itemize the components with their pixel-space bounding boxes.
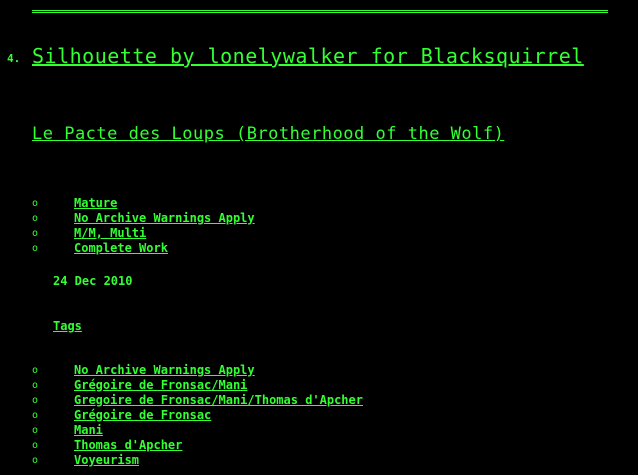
list-item: o Grégoire de Fronsac (32, 408, 363, 423)
list-item: o Complete Work (32, 241, 255, 256)
list-item: o Thomas d'Apcher (32, 438, 363, 453)
category-link[interactable]: M/M, Multi (74, 226, 146, 240)
bullet-icon: o (32, 440, 39, 451)
list-item: o Mani (32, 423, 363, 438)
tags-heading: Tags (53, 319, 82, 333)
list-item: o Gregoire de Fronsac/Mani/Thomas d'Apche… (32, 393, 363, 408)
tag-link[interactable]: Gregoire de Fronsac/Mani/Thomas d'Apcher (74, 393, 363, 407)
list-item: o No Archive Warnings Apply (32, 363, 363, 378)
bullet-icon: o (32, 243, 39, 254)
bullet-icon: o (32, 380, 39, 391)
required-tags-list: o Mature o No Archive Warnings Apply o M/M,… (32, 196, 255, 256)
work-title: Silhouette by lonelywalker for Blacksqui… (32, 44, 592, 68)
horizontal-rule (32, 10, 608, 13)
tags-heading-link[interactable]: Tags (53, 319, 82, 333)
status-link[interactable]: Complete Work (74, 241, 168, 255)
bullet-icon: o (32, 395, 39, 406)
tag-link[interactable]: Grégoire de Fronsac/Mani (74, 378, 247, 392)
bullet-icon: o (32, 455, 39, 466)
tag-link[interactable]: No Archive Warnings Apply (74, 363, 255, 377)
list-item: o Grégoire de Fronsac/Mani (32, 378, 363, 393)
tags-list: o No Archive Warnings Apply o Grégoire de … (32, 363, 363, 468)
fandom-heading: Le Pacte des Loups (Brotherhood of the W… (32, 124, 592, 144)
tag-link[interactable]: Mani (74, 423, 103, 437)
list-item: o No Archive Warnings Apply (32, 211, 255, 226)
bullet-icon: o (32, 365, 39, 376)
bullet-icon: o (32, 228, 39, 239)
tag-link[interactable]: Voyeurism (74, 453, 139, 467)
list-item: o Mature (32, 196, 255, 211)
tag-link[interactable]: Thomas d'Apcher (74, 438, 182, 452)
bullet-icon: o (32, 410, 39, 421)
bullet-icon: o (32, 425, 39, 436)
warning-link[interactable]: No Archive Warnings Apply (74, 211, 255, 225)
tag-link[interactable]: Grégoire de Fronsac (74, 408, 211, 422)
list-item: o Voyeurism (32, 453, 363, 468)
publish-date: 24 Dec 2010 (53, 274, 133, 288)
list-item: o M/M, Multi (32, 226, 255, 241)
work-title-link[interactable]: Silhouette by lonelywalker for Blacksqui… (32, 44, 584, 68)
work-number: 4. (7, 52, 21, 65)
fandom-link[interactable]: Le Pacte des Loups (Brotherhood of the W… (32, 124, 504, 144)
bullet-icon: o (32, 213, 39, 224)
rating-link[interactable]: Mature (74, 196, 117, 210)
bullet-icon: o (32, 198, 39, 209)
